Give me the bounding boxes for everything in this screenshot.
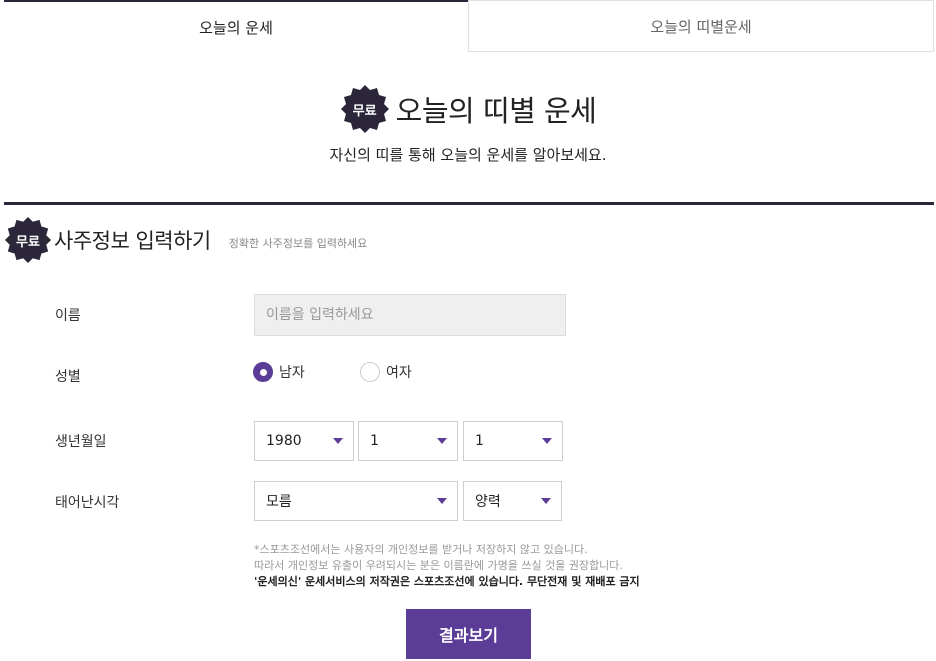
tab-today-fortune[interactable]: 오늘의 운세 <box>4 0 468 52</box>
section-header: 무료 사주정보 입력하기 정확한 사주정보를 입력하세요 <box>4 216 367 264</box>
calendar-type-select[interactable]: 양력 <box>463 481 562 521</box>
birth-time-select[interactable]: 모름 <box>254 481 458 521</box>
birth-year-value: 1980 <box>266 433 302 449</box>
free-badge-label: 무료 <box>16 234 40 250</box>
page-title: 오늘의 띠별 운세 <box>395 94 597 128</box>
free-badge: 무료 <box>4 216 52 264</box>
gender-option-label: 여자 <box>386 365 412 381</box>
page-subtitle: 자신의 띠를 통해 오늘의 운세를 알아보세요. <box>329 146 607 164</box>
birth-day-value: 1 <box>475 433 484 449</box>
birth-year-select[interactable]: 1980 <box>254 421 354 461</box>
gender-option-label: 남자 <box>279 365 305 381</box>
section-hint: 정확한 사주정보를 입력하세요 <box>228 237 368 250</box>
section-divider <box>4 202 934 205</box>
caret-down-icon <box>333 438 343 444</box>
radio-checked-icon[interactable] <box>253 362 273 382</box>
caret-down-icon <box>437 438 447 444</box>
birth-date-label: 생년월일 <box>55 434 107 450</box>
name-label: 이름 <box>55 308 81 324</box>
radio-unchecked-icon[interactable] <box>360 362 380 382</box>
copyright-notice: '운세의신' 운세서비스의 저작권은 스포츠조선에 있습니다. 무단전재 및 재… <box>254 575 640 588</box>
birth-day-select[interactable]: 1 <box>463 421 563 461</box>
birth-time-label: 태어난시각 <box>55 495 120 511</box>
free-badge-label: 무료 <box>352 103 377 119</box>
hero-title-row: 무료 오늘의 띠별 운세 <box>0 84 936 134</box>
calendar-type-value: 양력 <box>475 494 501 510</box>
tab-bar: 오늘의 운세 오늘의 띠별운세 <box>4 0 934 52</box>
caret-down-icon <box>437 498 447 504</box>
name-input[interactable] <box>254 294 566 336</box>
caret-down-icon <box>542 438 552 444</box>
notice-line: 따라서 개인정보 유출이 우려되시는 분은 이름란에 가명을 쓰실 것을 권장합… <box>254 559 623 572</box>
tab-zodiac-fortune[interactable]: 오늘의 띠별운세 <box>468 0 934 52</box>
privacy-notice: *스포츠조선에서는 사용자의 개인정보를 받거나 저장하지 않고 있습니다. 따… <box>254 542 640 590</box>
notice-line: *스포츠조선에서는 사용자의 개인정보를 받거나 저장하지 않고 있습니다. <box>254 543 588 556</box>
caret-down-icon <box>541 498 551 504</box>
birth-month-select[interactable]: 1 <box>358 421 458 461</box>
view-result-button[interactable]: 결과보기 <box>406 609 531 659</box>
section-title: 사주정보 입력하기 <box>54 229 211 253</box>
free-badge: 무료 <box>340 84 390 134</box>
gender-label: 성별 <box>55 369 81 385</box>
birth-time-value: 모름 <box>266 494 292 510</box>
birth-month-value: 1 <box>370 433 379 449</box>
gender-radio-male[interactable]: 남자 <box>253 362 305 382</box>
gender-radio-female[interactable]: 여자 <box>360 362 412 382</box>
